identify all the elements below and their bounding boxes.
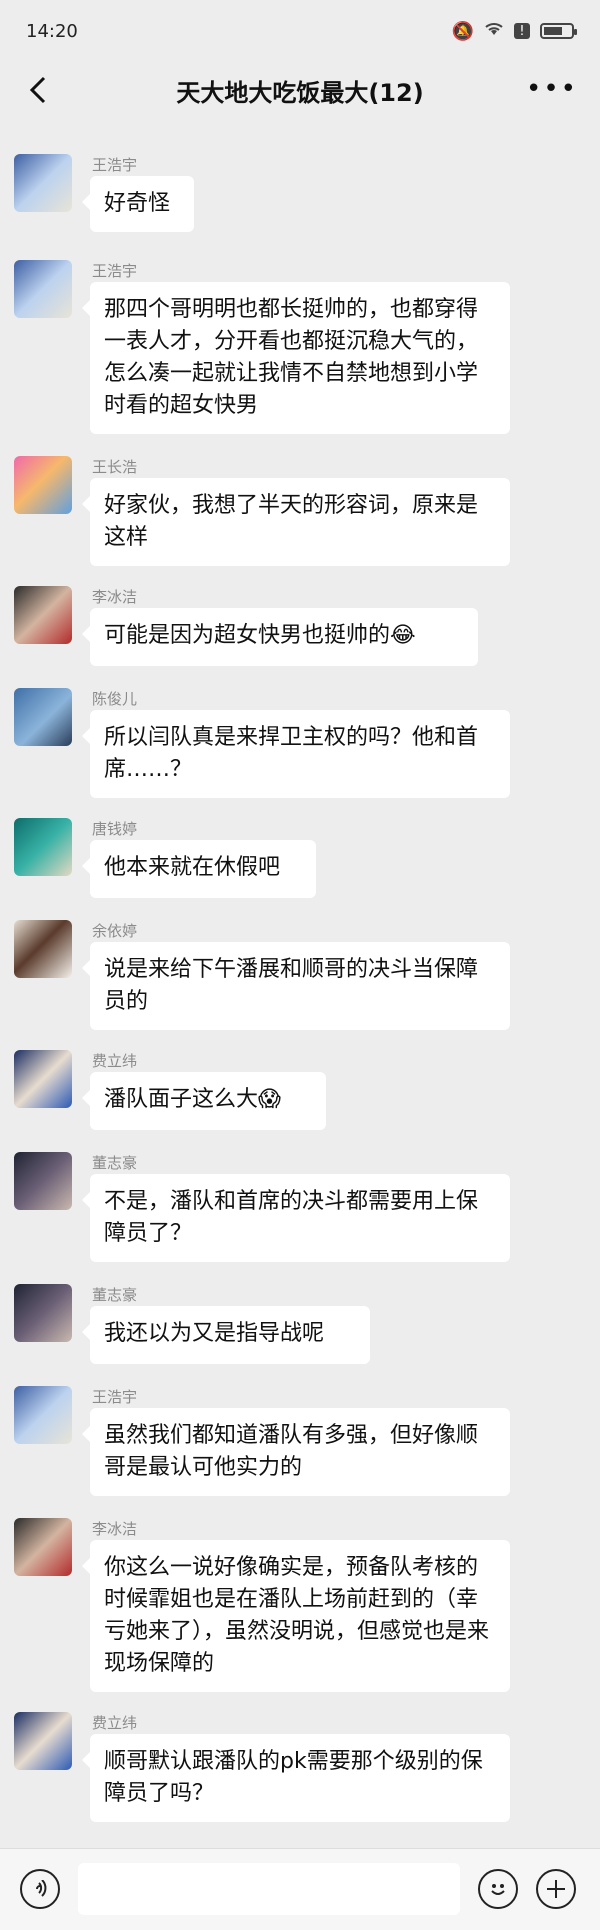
avatar[interactable] [14, 260, 72, 318]
status-icons: 🔕 ! [451, 20, 577, 42]
avatar[interactable] [14, 920, 72, 978]
emoji-button[interactable] [478, 1869, 518, 1909]
smile-icon [491, 1884, 505, 1895]
sender-name: 王浩宇 [92, 156, 138, 174]
avatar[interactable] [14, 1284, 72, 1342]
message-bubble[interactable]: 说是来给下午潘展和顺哥的决斗当保障员的 [82, 942, 510, 1030]
chat-header: 天大地大吃饭最大(12) ••• [0, 62, 600, 118]
sender-name: 李冰洁 [92, 588, 138, 606]
sender-name: 唐钱婷 [92, 820, 138, 838]
avatar[interactable] [14, 1712, 72, 1770]
back-button[interactable] [20, 72, 56, 108]
sender-name: 陈俊儿 [92, 690, 138, 708]
avatar[interactable] [14, 1050, 72, 1108]
mute-icon: 🔕 [451, 20, 474, 42]
avatar[interactable] [14, 818, 72, 876]
message-bubble[interactable]: 我还以为又是指导战呢 [82, 1306, 370, 1364]
sender-name: 王长浩 [92, 458, 138, 476]
avatar[interactable] [14, 1518, 72, 1576]
sender-name: 费立纬 [92, 1052, 138, 1070]
message-bubble[interactable]: 虽然我们都知道潘队有多强，但好像顺哥是最认可他实力的 [82, 1408, 510, 1496]
avatar[interactable] [14, 456, 72, 514]
wifi-icon [484, 21, 504, 42]
sender-name: 董志豪 [92, 1286, 138, 1304]
avatar[interactable] [14, 688, 72, 746]
message-bubble[interactable]: 不是，潘队和首席的决斗都需要用上保障员了？ [82, 1174, 510, 1262]
avatar[interactable] [14, 586, 72, 644]
message-bubble[interactable]: 好奇怪 [82, 176, 194, 232]
message-bubble[interactable]: 他本来就在休假吧 [82, 840, 316, 898]
message-bubble[interactable]: 所以闫队真是来捍卫主权的吗？他和首席……？ [82, 710, 510, 798]
message-bubble[interactable]: 潘队面子这么大😱 [82, 1072, 326, 1130]
input-bar [0, 1848, 600, 1930]
avatar[interactable] [14, 154, 72, 212]
status-bar: 14:20 🔕 ! [0, 0, 600, 62]
sender-name: 王浩宇 [92, 1388, 138, 1406]
chat-title: 天大地大吃饭最大(12) [176, 78, 424, 107]
voice-button[interactable] [20, 1869, 60, 1909]
message-bubble[interactable]: 那四个哥明明也都长挺帅的，也都穿得一表人才，分开看也都挺沉稳大气的，怎么凑一起就… [82, 282, 510, 434]
sender-name: 王浩宇 [92, 262, 138, 280]
voice-icon [36, 1880, 47, 1897]
avatar[interactable] [14, 1386, 72, 1444]
message-bubble[interactable]: 顺哥默认跟潘队的pk需要那个级别的保障员了吗？ [82, 1734, 510, 1822]
status-time: 14:20 [26, 20, 78, 42]
sender-name: 董志豪 [92, 1154, 138, 1172]
message-bubble[interactable]: 你这么一说好像确实是，预备队考核的时候霏姐也是在潘队上场前赶到的（幸亏她来了），… [82, 1540, 510, 1692]
message-bubble[interactable]: 好家伙，我想了半天的形容词，原来是这样 [82, 478, 510, 566]
chevron-left-icon [29, 76, 46, 104]
battery-icon [540, 23, 577, 39]
message-input[interactable] [78, 1863, 460, 1915]
add-button[interactable] [536, 1869, 576, 1909]
alert-icon: ! [514, 23, 530, 39]
sender-name: 费立纬 [92, 1714, 138, 1732]
message-bubble[interactable]: 可能是因为超女快男也挺帅的😂 [82, 608, 478, 666]
sender-name: 李冰洁 [92, 1520, 138, 1538]
more-button[interactable]: ••• [526, 74, 578, 104]
sender-name: 余依婷 [92, 922, 138, 940]
plus-icon [547, 1880, 565, 1898]
avatar[interactable] [14, 1152, 72, 1210]
